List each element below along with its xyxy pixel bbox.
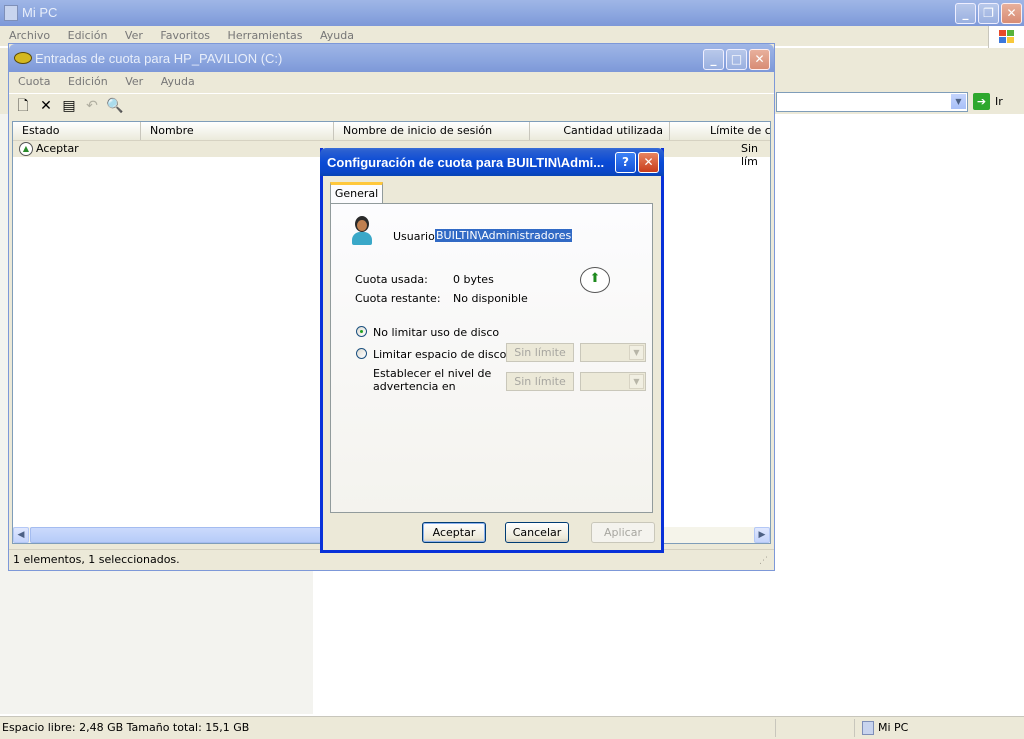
menu-edicion-quota[interactable]: Edición (68, 72, 108, 92)
go-arrow-icon[interactable]: ➔ (973, 93, 990, 110)
quota-menubar: Cuota Edición Ver Ayuda (9, 72, 774, 92)
warn-label-line1: Establecer el nivel de (373, 367, 492, 380)
col-limite[interactable]: Límite de cu (670, 122, 770, 140)
mypc-title: Mi PC (22, 5, 58, 20)
row-estado: Aceptar (36, 142, 79, 155)
warn-amount-field[interactable]: Sin límite (506, 372, 574, 391)
user-label: Usuario: (393, 230, 439, 243)
address-input[interactable]: ▼ (776, 92, 968, 112)
limit-unit-combo[interactable]: ▼ (580, 343, 646, 362)
warn-label-line2: advertencia en (373, 380, 456, 393)
radio-no-limit[interactable] (356, 326, 367, 337)
undo-icon[interactable]: ↶ (81, 95, 103, 117)
dialog-title: Configuración de cuota para BUILTIN\Admi… (327, 155, 605, 170)
scroll-left-icon[interactable]: ◀ (13, 527, 29, 543)
menu-cuota[interactable]: Cuota (18, 72, 50, 92)
col-nombre[interactable]: Nombre (141, 122, 334, 140)
delete-icon[interactable]: ✕ (35, 95, 57, 117)
quota-close-button[interactable]: ✕ (749, 49, 770, 70)
minimize-button[interactable]: _ (955, 3, 976, 24)
mypc-statusbar: Espacio libre: 2,48 GB Tamaño total: 15,… (0, 716, 1024, 739)
chevron-down-icon: ▼ (629, 345, 644, 360)
menu-ver-quota[interactable]: Ver (125, 72, 143, 92)
used-label: Cuota usada: (355, 273, 428, 286)
quota-titlebar: Entradas de cuota para HP_PAVILION (C:) … (9, 44, 774, 72)
remaining-value: No disponible (453, 292, 528, 305)
dialog-close-button[interactable]: ✕ (638, 152, 659, 173)
quota-status-text: 1 elementos, 1 seleccionados. (13, 553, 180, 566)
windows-logo-icon (988, 26, 1024, 48)
quota-toolbar: 🗋 ✕ ▤ ↶ 🔍 (9, 93, 774, 120)
col-estado[interactable]: Estado (13, 122, 141, 140)
properties-icon[interactable]: ▤ (58, 95, 80, 117)
quota-maximize-button[interactable]: □ (726, 49, 747, 70)
computer-icon (4, 5, 18, 21)
mypc-titlebar: Mi PC _ ❐ ✕ (0, 0, 1024, 26)
menu-ayuda-quota[interactable]: Ayuda (161, 72, 195, 92)
warn-unit-combo[interactable]: ▼ (580, 372, 646, 391)
restore-button[interactable]: ❐ (978, 3, 999, 24)
radio-limit-label[interactable]: Limitar espacio de disco a (373, 348, 517, 361)
user-avatar-icon (351, 216, 373, 246)
new-entry-icon[interactable]: 🗋 (12, 95, 34, 117)
close-button[interactable]: ✕ (1001, 3, 1022, 24)
col-cantidad[interactable]: Cantidad utilizada (530, 122, 670, 140)
help-button[interactable]: ? (615, 152, 636, 173)
chevron-down-icon: ▼ (629, 374, 644, 389)
resize-grip-icon[interactable]: ⋰ (759, 556, 768, 566)
quota-settings-dialog: Configuración de cuota para BUILTIN\Admi… (320, 148, 664, 553)
col-inicio-sesion[interactable]: Nombre de inicio de sesión (334, 122, 530, 140)
radio-limit[interactable] (356, 348, 367, 359)
remaining-label: Cuota restante: (355, 292, 441, 305)
user-value: BUILTIN\Administradores (433, 228, 574, 243)
scroll-right-icon[interactable]: ▶ (754, 527, 770, 543)
quota-window-title: Entradas de cuota para HP_PAVILION (C:) (35, 51, 283, 66)
ok-status-icon: ▲ (19, 142, 33, 156)
go-label[interactable]: Ir (995, 95, 1003, 108)
row-limite: Sin lím (741, 142, 759, 168)
ok-button[interactable]: Aceptar (422, 522, 486, 543)
dialog-titlebar: Configuración de cuota para BUILTIN\Admi… (320, 148, 664, 176)
quota-minimize-button[interactable]: _ (703, 49, 724, 70)
list-header: Estado Nombre Nombre de inicio de sesión… (13, 122, 770, 141)
apply-button[interactable]: Aplicar (591, 522, 655, 543)
statusbar-location: Mi PC (878, 721, 909, 734)
cancel-button[interactable]: Cancelar (505, 522, 569, 543)
address-dropdown-icon[interactable]: ▼ (951, 94, 966, 109)
radio-no-limit-label[interactable]: No limitar uso de disco (373, 326, 499, 339)
statusbar-disk-info: Espacio libre: 2,48 GB Tamaño total: 15,… (2, 721, 250, 734)
quota-ok-status-icon: ⬆ (580, 267, 610, 293)
statusbar-computer-icon (862, 721, 874, 735)
tab-general[interactable]: General (330, 182, 383, 203)
used-value: 0 bytes (453, 273, 494, 286)
limit-amount-field[interactable]: Sin límite (506, 343, 574, 362)
quota-disk-icon (14, 52, 32, 64)
find-icon[interactable]: 🔍 (104, 95, 126, 117)
tab-panel: Usuario: BUILTIN\Administradores Cuota u… (330, 203, 653, 513)
